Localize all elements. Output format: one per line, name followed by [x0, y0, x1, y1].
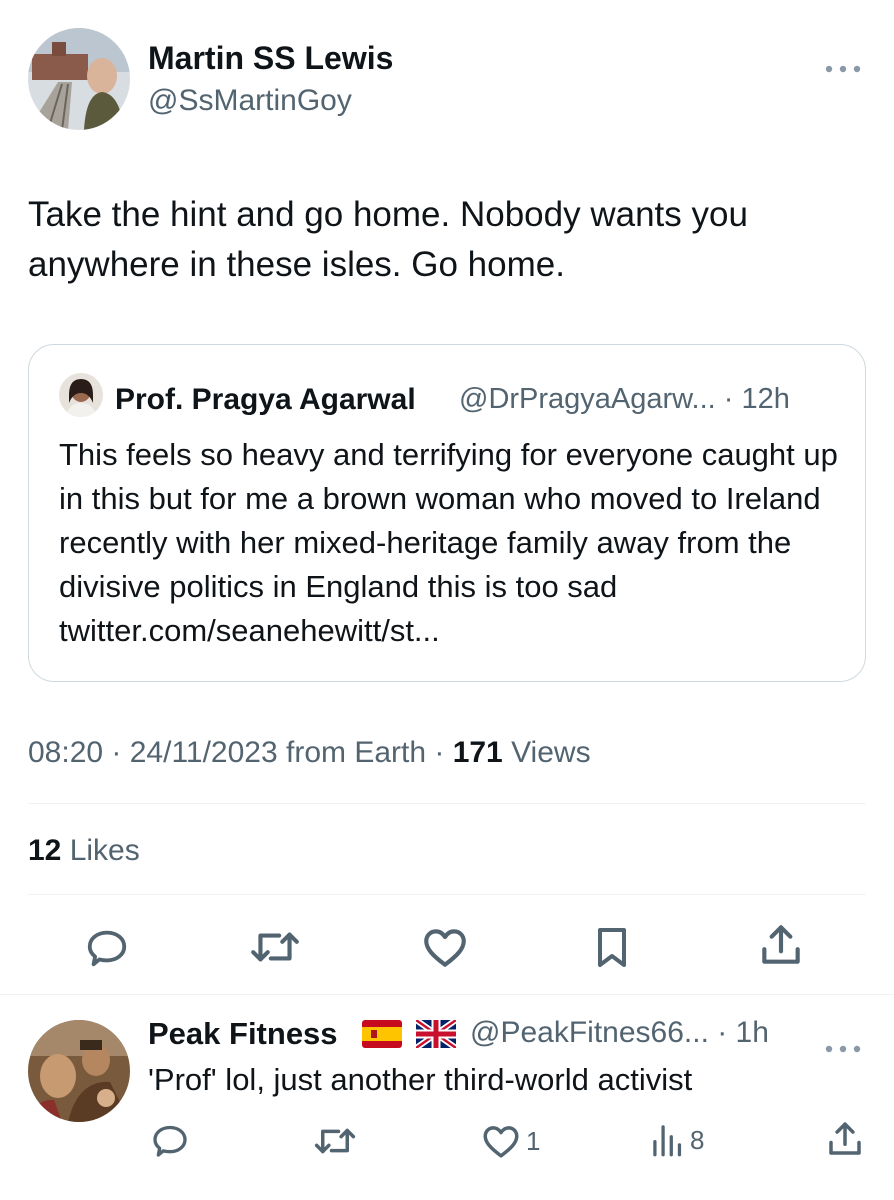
like-icon [420, 922, 470, 972]
reply-author-avatar[interactable] [28, 1020, 130, 1122]
reply-like-button[interactable]: 1 [480, 1120, 540, 1162]
likes-count: 12 [28, 834, 62, 867]
reply-more-options-button[interactable] [824, 1032, 862, 1058]
quote-author-name: Prof. Pragya Agarwal [115, 383, 416, 416]
tweet-timestamp[interactable]: 08:20 · 24/11/2023 from Earth · [28, 736, 453, 769]
author-name[interactable]: Martin SS Lewis [148, 40, 393, 77]
divider [28, 894, 866, 895]
uk-flag-icon [414, 1017, 458, 1053]
bookmark-icon [588, 922, 636, 972]
likes-summary[interactable]: 12 Likes [28, 834, 140, 868]
reply-share-button[interactable] [824, 1118, 866, 1160]
author-avatar[interactable] [28, 28, 130, 130]
divider [28, 803, 866, 804]
more-horizontal-icon [824, 50, 862, 80]
reply-views-button[interactable]: 8 [650, 1120, 704, 1160]
share-icon [824, 1118, 866, 1160]
retweet-icon [248, 922, 302, 972]
retweet-icon [312, 1120, 358, 1162]
like-icon [480, 1120, 522, 1162]
bookmark-button[interactable] [588, 922, 636, 972]
quote-author-meta: @DrPragyaAgarw... · 12h [459, 383, 790, 415]
reply-retweet-button[interactable] [312, 1120, 358, 1162]
views-count: 171 [452, 736, 503, 769]
like-button[interactable] [420, 922, 470, 972]
share-button[interactable] [756, 920, 806, 970]
views-label: Views [502, 736, 591, 769]
likes-label: Likes [61, 834, 140, 867]
spain-flag-icon [362, 1020, 402, 1053]
reply-icon [84, 924, 130, 970]
quote-text: This feels so heavy and terrifying for e… [59, 437, 838, 648]
views-icon [650, 1120, 686, 1160]
reply-author-name[interactable]: Peak Fitness [148, 1016, 338, 1052]
reply-reply-button[interactable] [150, 1120, 190, 1160]
author-handle[interactable]: @SsMartinGoy [148, 84, 352, 118]
more-options-button[interactable] [824, 52, 862, 78]
reply-author-meta: @PeakFitnes66... · 1h [470, 1016, 769, 1049]
share-icon [756, 920, 806, 970]
reply-views-count: 8 [690, 1124, 705, 1155]
reply-text: 'Prof' lol, just another third-world act… [148, 1062, 693, 1097]
retweet-button[interactable] [248, 922, 302, 972]
reply-button[interactable] [84, 924, 130, 970]
reply-like-count: 1 [526, 1125, 541, 1156]
tweet-text: Take the hint and go home. Nobody wants … [28, 195, 748, 284]
more-horizontal-icon [824, 1030, 862, 1060]
quote-author-avatar [59, 373, 103, 417]
section-divider [0, 994, 894, 995]
tweet-metadata: 08:20 · 24/11/2023 from Earth · 171 View… [28, 736, 591, 770]
quoted-tweet[interactable]: Prof. Pragya Agarwal @DrPragyaAgarw... ·… [28, 344, 866, 682]
reply-icon [150, 1120, 190, 1160]
reply-author-flags [362, 1017, 458, 1053]
